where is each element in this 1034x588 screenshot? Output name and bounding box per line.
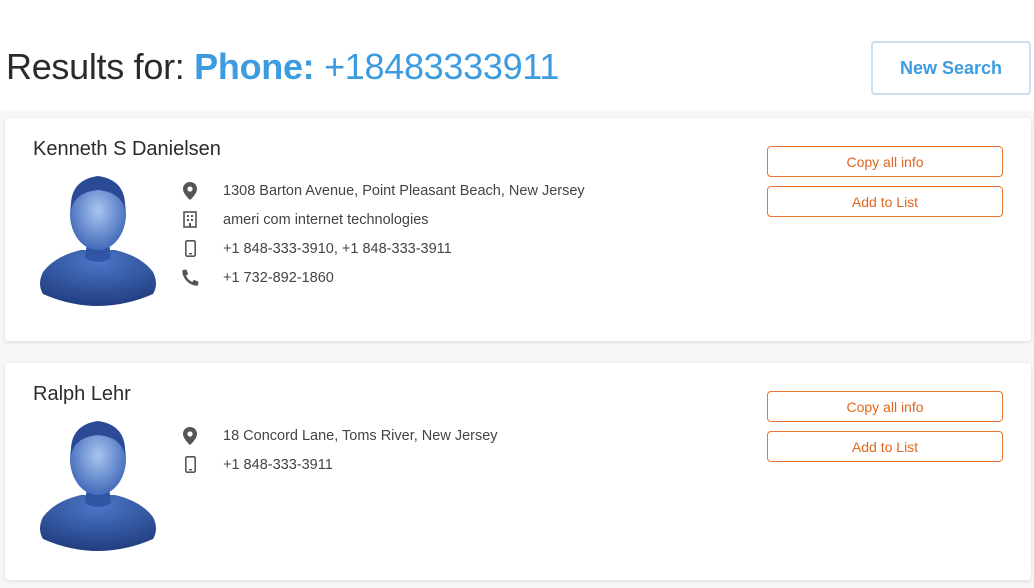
- landline-text: +1 732-892-1860: [223, 269, 334, 286]
- mobile-phone-icon: [181, 456, 199, 474]
- contact-details: 1308 Barton Avenue, Point Pleasant Beach…: [181, 176, 585, 292]
- result-card: Kenneth S Danielsen 1308 Barton Avenue, …: [5, 118, 1031, 341]
- result-card: Ralph Lehr 18 Concord Lane, Toms River, …: [5, 363, 1031, 580]
- company-text: ameri com internet technologies: [223, 211, 429, 228]
- page-title: Results for: Phone: +18483333911: [6, 44, 559, 90]
- mobile-text: +1 848-333-3910, +1 848-333-3911: [223, 240, 452, 257]
- new-search-button[interactable]: New Search: [871, 41, 1031, 95]
- results-prefix: Results for:: [6, 46, 195, 87]
- address-text: 1308 Barton Avenue, Point Pleasant Beach…: [223, 182, 585, 199]
- person-name: Ralph Lehr: [33, 383, 131, 405]
- results-header: Results for: Phone: +18483333911 New Sea…: [0, 0, 1034, 110]
- add-to-list-button[interactable]: Add to List: [767, 431, 1003, 462]
- copy-all-info-button[interactable]: Copy all info: [767, 391, 1003, 422]
- avatar-placeholder-icon: [40, 176, 156, 306]
- person-name: Kenneth S Danielsen: [33, 138, 221, 160]
- building-icon: [181, 211, 199, 229]
- address-row: 1308 Barton Avenue, Point Pleasant Beach…: [181, 176, 585, 205]
- phone-handset-icon: [181, 269, 199, 287]
- address-row: 18 Concord Lane, Toms River, New Jersey: [181, 421, 498, 450]
- add-to-list-button[interactable]: Add to List: [767, 186, 1003, 217]
- mobile-row: +1 848-333-3911: [181, 450, 498, 479]
- query-value: +18483333911: [314, 46, 560, 87]
- mobile-text: +1 848-333-3911: [223, 456, 333, 473]
- address-text: 18 Concord Lane, Toms River, New Jersey: [223, 427, 498, 444]
- query-type-label: Phone:: [194, 46, 315, 87]
- contact-details: 18 Concord Lane, Toms River, New Jersey …: [181, 421, 498, 479]
- location-pin-icon: [181, 426, 199, 445]
- copy-all-info-button[interactable]: Copy all info: [767, 146, 1003, 177]
- mobile-phone-icon: [181, 240, 199, 258]
- mobile-row: +1 848-333-3910, +1 848-333-3911: [181, 234, 585, 263]
- company-row: ameri com internet technologies: [181, 205, 585, 234]
- location-pin-icon: [181, 181, 199, 200]
- avatar-placeholder-icon: [40, 421, 156, 551]
- landline-row: +1 732-892-1860: [181, 263, 585, 292]
